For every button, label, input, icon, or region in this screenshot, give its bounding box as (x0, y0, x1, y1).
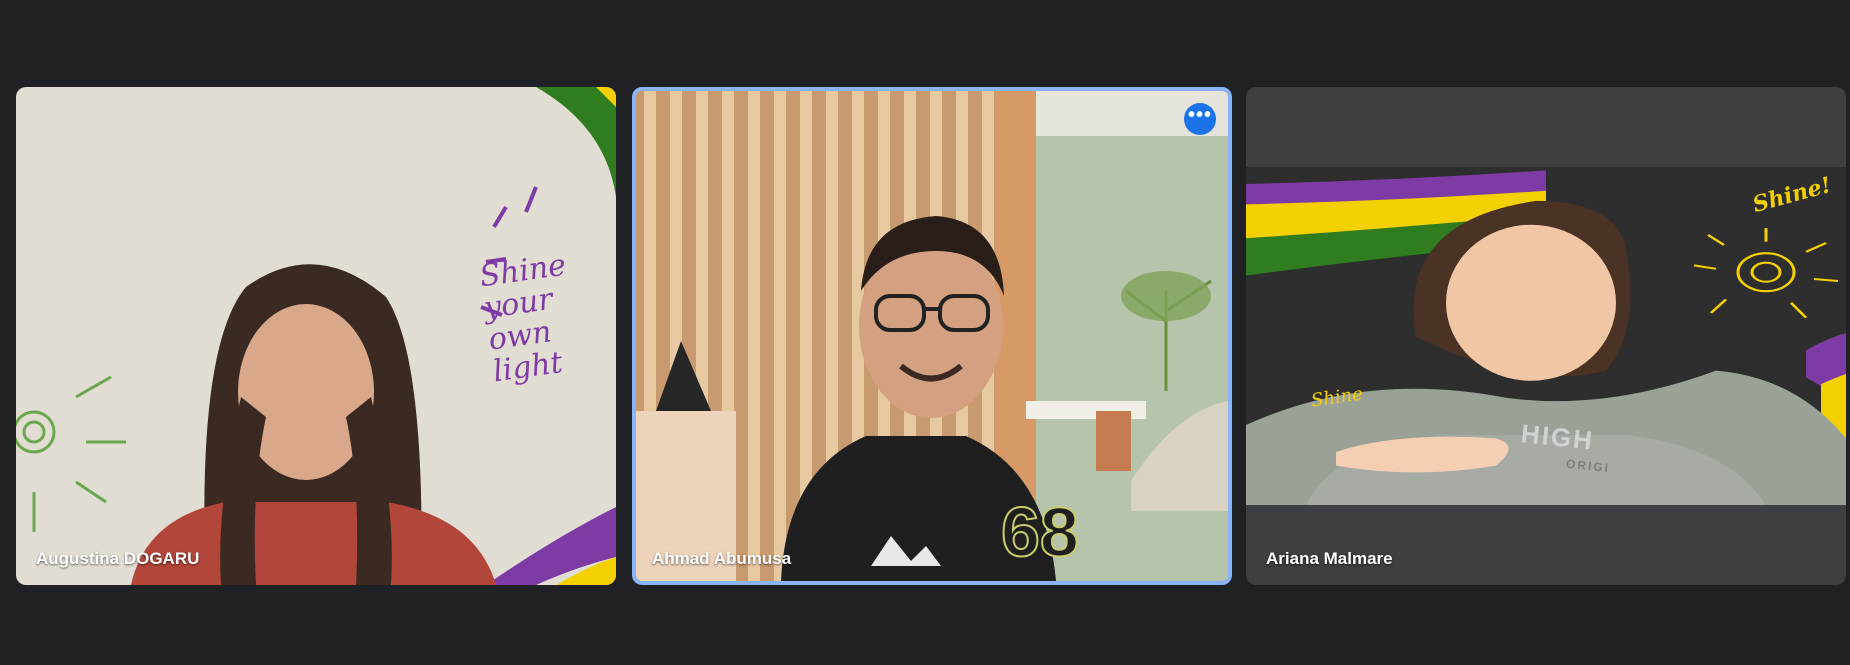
more-horiz-icon: ••• (1187, 104, 1212, 126)
participant-name-label: Augustina DOGARU (36, 549, 200, 568)
participant-tile-ariana[interactable]: Shine! HIGH ORIGI Shine Ariana Malmare (1246, 87, 1846, 585)
participant-name-label: Ahmad Abumusa (652, 549, 792, 568)
participant-name-label: Ariana Malmare (1266, 549, 1393, 568)
more-options-button[interactable]: ••• (1184, 103, 1216, 135)
participant-tile-ahmad[interactable]: 68 ••• Ahmad Abumusa (632, 87, 1232, 585)
background-slogan: Shine your own light (477, 247, 569, 390)
svg-text:68: 68 (1001, 493, 1079, 571)
participant-tile-augustina[interactable]: Shine your own light Augustina DOGARU (16, 87, 616, 585)
participant-video-ahmad: 68 (636, 91, 1228, 581)
